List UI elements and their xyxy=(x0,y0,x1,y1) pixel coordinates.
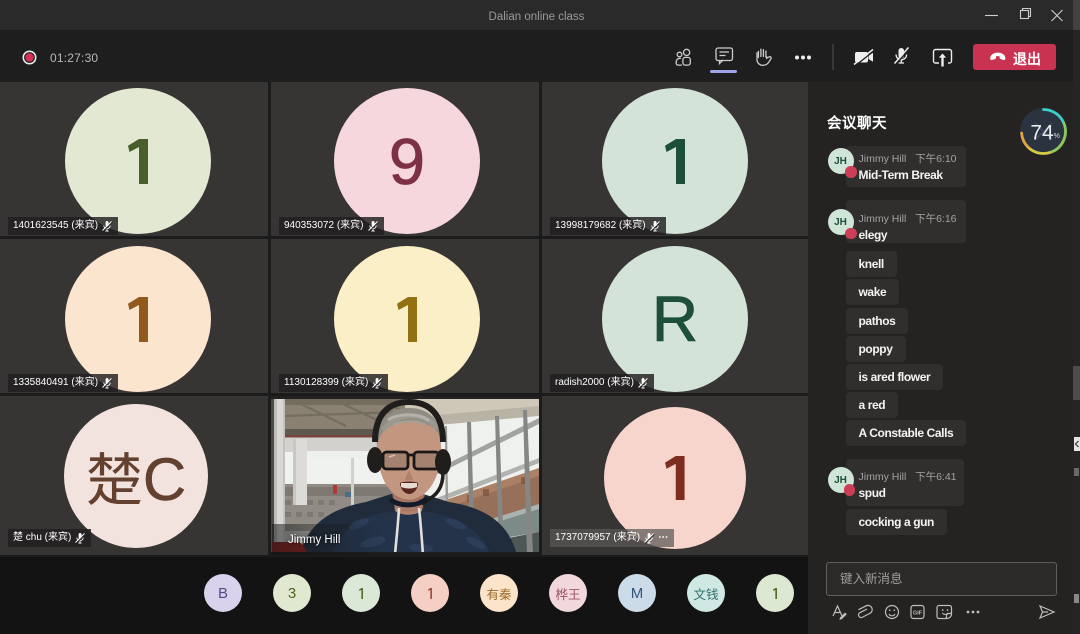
svg-text:GIF: GIF xyxy=(913,611,923,617)
svg-text:%: % xyxy=(1054,133,1060,140)
svg-text:74: 74 xyxy=(1030,122,1054,145)
